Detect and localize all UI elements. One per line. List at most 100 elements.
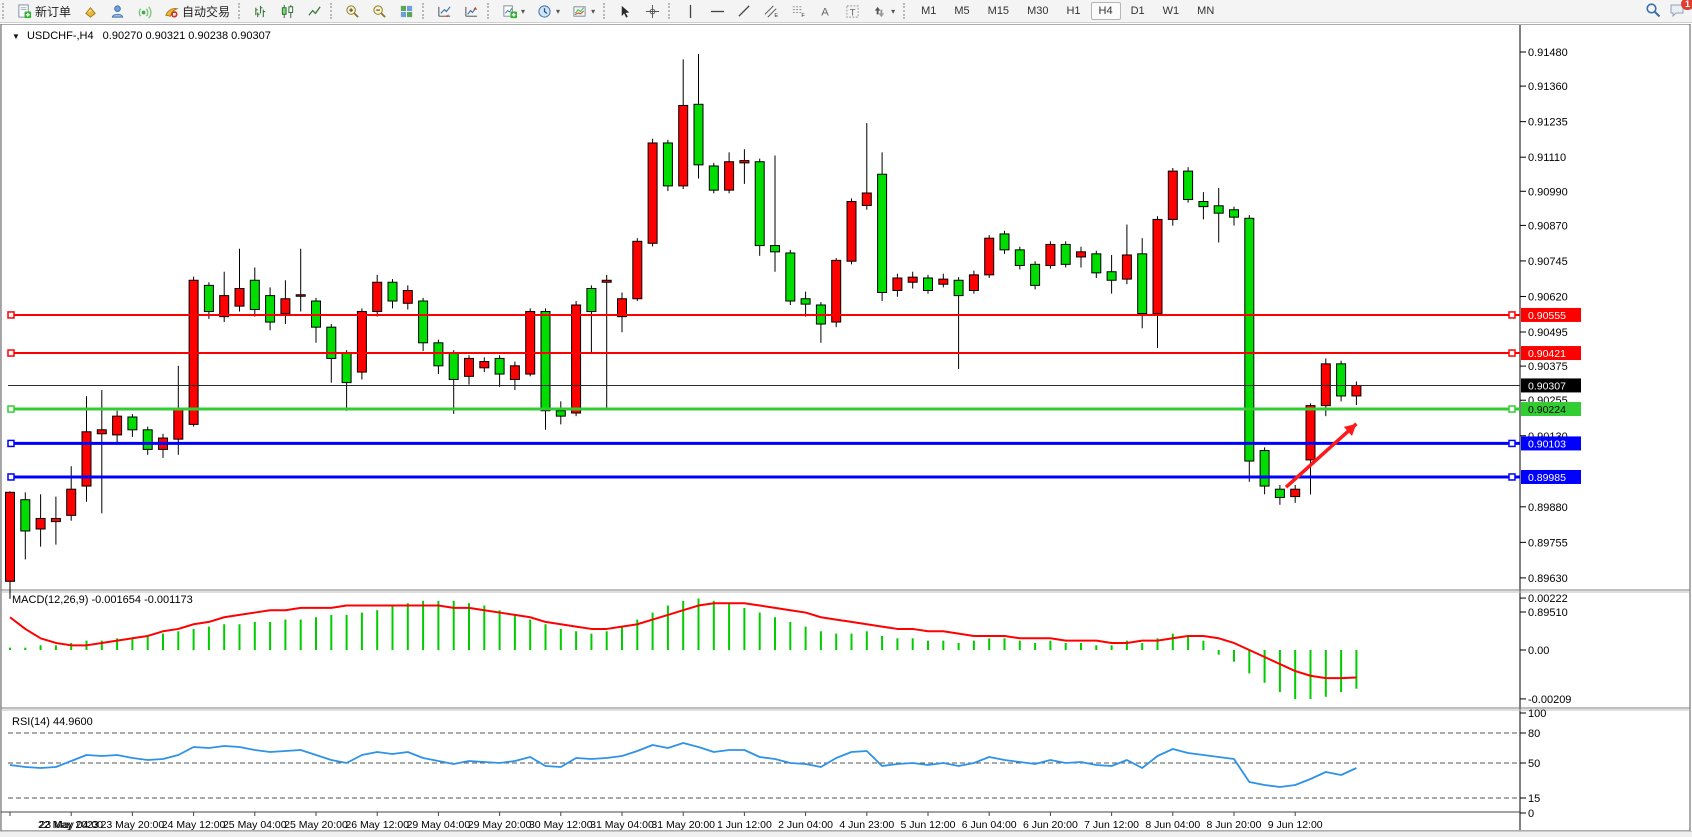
- macd-axis-label: 0.00: [1528, 645, 1549, 657]
- crosshair-button[interactable]: [640, 2, 665, 21]
- price-chart-svg[interactable]: 0.914800.913600.912350.911100.909900.908…: [0, 24, 1692, 837]
- crosshair-icon: [645, 4, 660, 19]
- chevron-down-icon: ▾: [891, 7, 895, 16]
- auto-scroll-button[interactable]: [432, 2, 457, 21]
- signal-icon: [137, 4, 152, 19]
- timeframe-mn[interactable]: MN: [1189, 2, 1222, 20]
- candle-up: [832, 260, 841, 322]
- price-tick-label: 0.90620: [1528, 291, 1568, 303]
- line-handle[interactable]: [8, 474, 14, 480]
- candle-down: [128, 417, 137, 430]
- timeframe-m1[interactable]: M1: [913, 2, 944, 20]
- arrows-icon: [872, 4, 887, 19]
- horizontal-line-button[interactable]: [705, 2, 730, 21]
- time-axis-label: 26 May 12:00: [345, 819, 409, 831]
- candle-up: [847, 202, 856, 262]
- price-tick-label: 0.91110: [1528, 152, 1566, 164]
- candle-down: [541, 312, 550, 411]
- auto-trading-label: 自动交易: [182, 3, 230, 20]
- timeframe-w1[interactable]: W1: [1155, 2, 1188, 20]
- time-axis-label: 8 Jun 04:00: [1145, 819, 1200, 831]
- mt4-terminal: 新订单 自动交易 ▾ ▾ ▾: [0, 0, 1692, 837]
- line-handle[interactable]: [1509, 406, 1515, 412]
- rsi-indicator-label: RSI(14) 44.9600: [12, 716, 93, 728]
- candle-down: [1138, 254, 1147, 314]
- search-icon[interactable]: [1645, 2, 1661, 21]
- candle-up: [1122, 255, 1131, 279]
- equidistant-channel-button[interactable]: E: [759, 2, 784, 21]
- candle-up: [1077, 252, 1086, 257]
- text-label-icon: T: [845, 4, 860, 19]
- signal-button[interactable]: [132, 2, 157, 21]
- candle-down: [1061, 244, 1070, 264]
- zoom-in-button[interactable]: [340, 2, 365, 21]
- auto-trading-button[interactable]: 自动交易: [159, 1, 235, 22]
- auto-scroll-icon: [437, 4, 452, 19]
- line-handle[interactable]: [1509, 312, 1515, 318]
- arrows-button[interactable]: ▾: [867, 2, 900, 21]
- line-handle[interactable]: [1509, 350, 1515, 356]
- price-tick-label: 0.91480: [1528, 47, 1568, 59]
- chat-button[interactable]: 1: [1669, 2, 1686, 21]
- timeframe-m30[interactable]: M30: [1019, 2, 1056, 20]
- indicators-button[interactable]: ▾: [497, 2, 530, 21]
- candle-up: [1046, 244, 1055, 265]
- candle-up: [480, 362, 489, 368]
- new-order-icon: [17, 4, 32, 19]
- timeframe-h4[interactable]: H4: [1091, 2, 1121, 20]
- template-icon: [572, 4, 587, 19]
- toolbar-grip: [2, 3, 9, 19]
- timeframe-h1[interactable]: H1: [1058, 2, 1088, 20]
- svg-text:A: A: [821, 6, 829, 18]
- text-label-button[interactable]: T: [840, 2, 865, 21]
- candle-down: [21, 500, 30, 531]
- zoom-out-button[interactable]: [367, 2, 392, 21]
- tile-windows-icon: [399, 4, 414, 19]
- line-chart-button[interactable]: [302, 2, 327, 21]
- trendline-button[interactable]: [732, 2, 757, 21]
- line-handle[interactable]: [8, 406, 14, 412]
- time-axis-label: 24 May 12:00: [162, 819, 226, 831]
- price-tick-label: 0.91235: [1528, 117, 1568, 129]
- candle-up: [969, 275, 978, 291]
- fibonacci-button[interactable]: F: [786, 2, 811, 21]
- candle-down: [755, 162, 764, 246]
- candle-up: [510, 366, 519, 380]
- line-handle[interactable]: [1509, 440, 1515, 446]
- line-handle[interactable]: [8, 440, 14, 446]
- zoom-in-icon: [345, 4, 360, 19]
- candle-down: [1199, 202, 1208, 207]
- line-handle[interactable]: [8, 350, 14, 356]
- tile-windows-button[interactable]: [394, 2, 419, 21]
- time-axis-label: 9 Jun 12:00: [1268, 819, 1323, 831]
- vertical-line-button[interactable]: [678, 2, 703, 21]
- line-handle[interactable]: [1509, 474, 1515, 480]
- candle-up: [51, 518, 60, 521]
- line-handle[interactable]: [8, 312, 14, 318]
- candle-down: [342, 353, 351, 382]
- toolbar-grip: [668, 3, 675, 19]
- candle-up: [602, 280, 611, 282]
- svg-text:E: E: [774, 13, 778, 19]
- timeframe-m15[interactable]: M15: [980, 2, 1017, 20]
- candle-down: [1230, 210, 1239, 217]
- bar-chart-icon: [253, 4, 268, 19]
- chart-symbol-period: USDCHF-,H4: [27, 30, 94, 42]
- market-watch-button[interactable]: [78, 2, 103, 21]
- text-button[interactable]: A: [813, 2, 838, 21]
- timeframe-m5[interactable]: M5: [946, 2, 977, 20]
- timeframes-button[interactable]: ▾: [532, 2, 565, 21]
- candle-up: [465, 358, 474, 376]
- candlestick-button[interactable]: [275, 2, 300, 21]
- cursor-button[interactable]: [613, 2, 638, 21]
- chart-menu-triangle-icon[interactable]: ▼: [12, 32, 20, 41]
- templates-button[interactable]: ▾: [567, 2, 600, 21]
- navigator-button[interactable]: [105, 2, 130, 21]
- bar-chart-button[interactable]: [248, 2, 273, 21]
- new-order-button[interactable]: 新订单: [12, 1, 76, 22]
- candle-down: [1092, 254, 1101, 273]
- time-axis-label: 7 Jun 12:00: [1084, 819, 1139, 831]
- chart-shift-button[interactable]: [459, 2, 484, 21]
- timeframe-d1[interactable]: D1: [1123, 2, 1153, 20]
- candle-up: [1306, 406, 1315, 460]
